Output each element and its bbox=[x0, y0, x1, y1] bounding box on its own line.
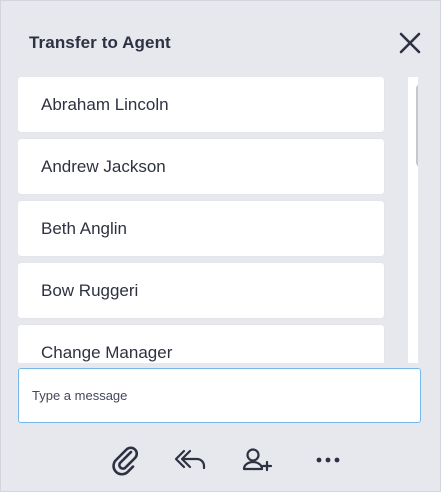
agent-name: Andrew Jackson bbox=[41, 157, 166, 176]
agent-name: Bow Ruggeri bbox=[41, 281, 139, 300]
attach-button[interactable] bbox=[109, 443, 143, 477]
agent-item[interactable]: Abraham Lincoln bbox=[18, 77, 384, 132]
panel-title: Transfer to Agent bbox=[29, 33, 171, 52]
agent-item[interactable]: Beth Anglin bbox=[18, 201, 384, 256]
agent-name: Beth Anglin bbox=[41, 219, 128, 238]
close-icon bbox=[399, 32, 421, 54]
agent-name: Abraham Lincoln bbox=[41, 95, 169, 114]
agent-item[interactable]: Bow Ruggeri bbox=[18, 263, 384, 318]
panel-header: Transfer to Agent bbox=[1, 1, 440, 81]
reply-all-button[interactable] bbox=[173, 443, 207, 477]
message-input[interactable] bbox=[18, 368, 421, 423]
scrollbar[interactable] bbox=[408, 77, 418, 363]
more-icon bbox=[316, 457, 340, 463]
add-user-icon bbox=[242, 448, 273, 472]
reply-all-icon bbox=[174, 449, 206, 470]
paperclip-icon bbox=[112, 446, 138, 476]
agent-item[interactable]: Change Manager bbox=[18, 325, 384, 363]
add-user-button[interactable] bbox=[241, 443, 275, 477]
scrollbar-thumb[interactable] bbox=[416, 84, 418, 167]
close-button[interactable] bbox=[398, 31, 422, 55]
agent-item[interactable]: Andrew Jackson bbox=[18, 139, 384, 194]
composer-toolbar bbox=[1, 431, 440, 481]
agent-list: Abraham Lincoln Andrew Jackson Beth Angl… bbox=[18, 77, 418, 363]
agent-name: Change Manager bbox=[41, 343, 173, 362]
more-button[interactable] bbox=[311, 443, 345, 477]
transfer-to-agent-panel: Transfer to Agent Abraham Lincoln Andrew… bbox=[0, 0, 441, 492]
